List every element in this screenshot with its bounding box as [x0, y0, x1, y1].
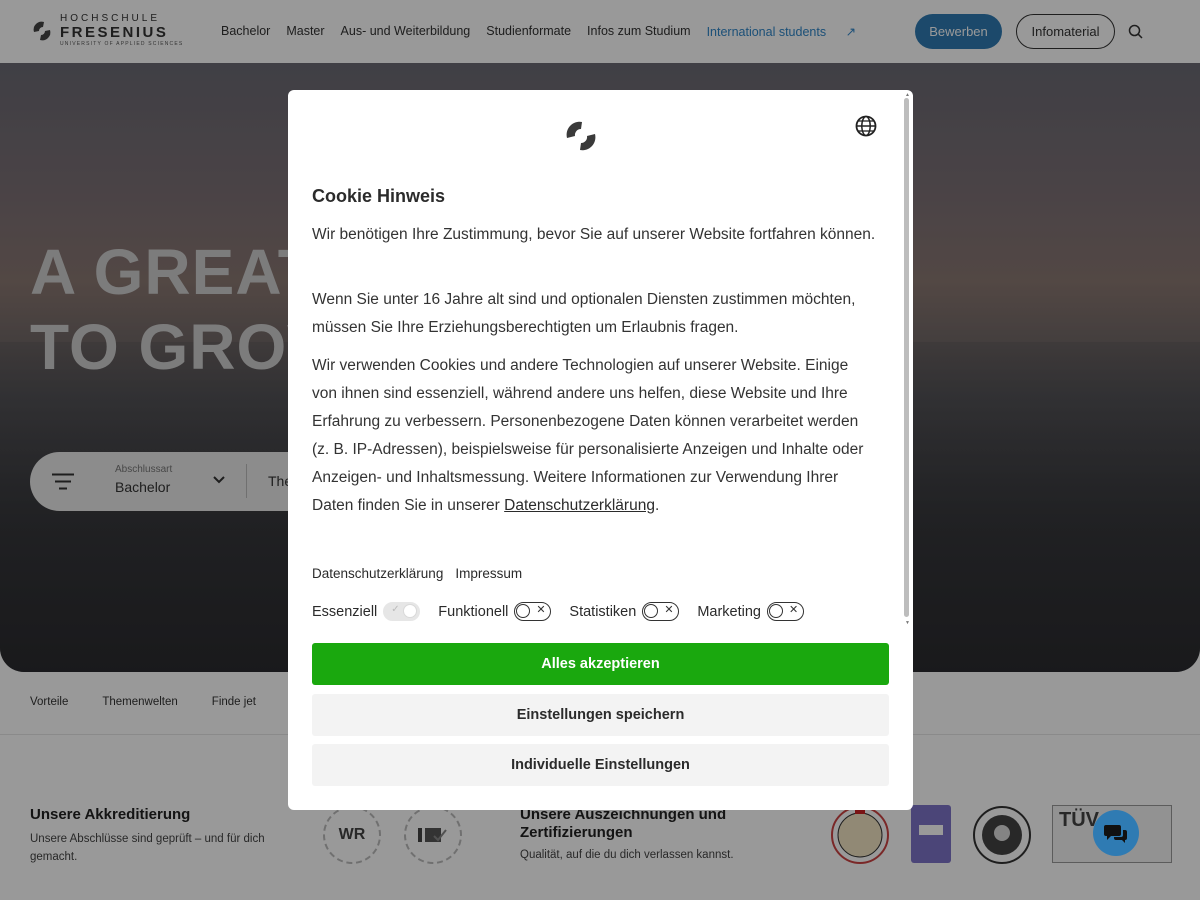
cookie-description-text: Wir verwenden Cookies und andere Technol…	[312, 357, 864, 514]
toggle-marketing-label: Marketing	[697, 603, 761, 620]
toggle-marketing: Marketing ✕	[697, 602, 804, 621]
globe-icon[interactable]	[855, 115, 877, 137]
toggle-statistics-label: Statistiken	[569, 603, 637, 620]
cookie-title: Cookie Hinweis	[312, 186, 446, 206]
imprint-link[interactable]: Impressum	[455, 566, 522, 581]
toggle-functional-switch[interactable]: ✕	[514, 602, 552, 621]
cross-icon: ✕	[788, 604, 799, 616]
toggle-functional-label: Funktionell	[438, 603, 509, 620]
scroll-down-arrow[interactable]: ▼	[905, 620, 910, 626]
toggle-statistics: Statistiken ✕	[569, 602, 680, 621]
chat-icon	[1104, 825, 1127, 843]
save-settings-button[interactable]: Einstellungen speichern	[312, 694, 889, 736]
accept-all-button[interactable]: Alles akzeptieren	[312, 643, 889, 685]
privacy-policy-inline-link[interactable]: Datenschutzerklärung	[504, 497, 655, 514]
toggle-essential: Essenziell ✓	[312, 602, 421, 621]
chat-button[interactable]	[1093, 810, 1139, 856]
check-icon: ✓	[391, 604, 400, 615]
cookie-description: Wir verwenden Cookies und andere Technol…	[312, 352, 877, 520]
brand-logo-icon	[566, 121, 596, 151]
toggle-essential-label: Essenziell	[312, 603, 378, 620]
individual-settings-button[interactable]: Individuelle Einstellungen	[312, 744, 889, 786]
privacy-policy-link[interactable]: Datenschutzerklärung	[312, 566, 443, 581]
cross-icon: ✕	[664, 604, 674, 616]
toggle-statistics-switch[interactable]: ✕	[642, 602, 680, 621]
legal-links: Datenschutzerklärung Impressum	[312, 566, 534, 581]
cookie-consent-dialog: ▲ ▼ Cookie Hinweis Wir benötigen Ihre Zu…	[288, 90, 913, 810]
cookie-age-text: Wenn Sie unter 16 Jahre alt sind und opt…	[312, 291, 856, 336]
cookie-description-end: .	[654, 497, 660, 514]
toggle-marketing-switch[interactable]: ✕	[766, 602, 804, 621]
cookie-consent-text: Wir benötigen Ihre Zustimmung, bevor Sie…	[312, 226, 876, 243]
consent-toggles: Essenziell ✓ Funktionell ✕ Statistiken ✕…	[312, 602, 822, 621]
toggle-functional: Funktionell ✕	[438, 602, 552, 621]
toggle-essential-switch: ✓	[383, 602, 421, 621]
dialog-scrollbar[interactable]	[904, 98, 909, 617]
cross-icon: ✕	[536, 604, 546, 616]
